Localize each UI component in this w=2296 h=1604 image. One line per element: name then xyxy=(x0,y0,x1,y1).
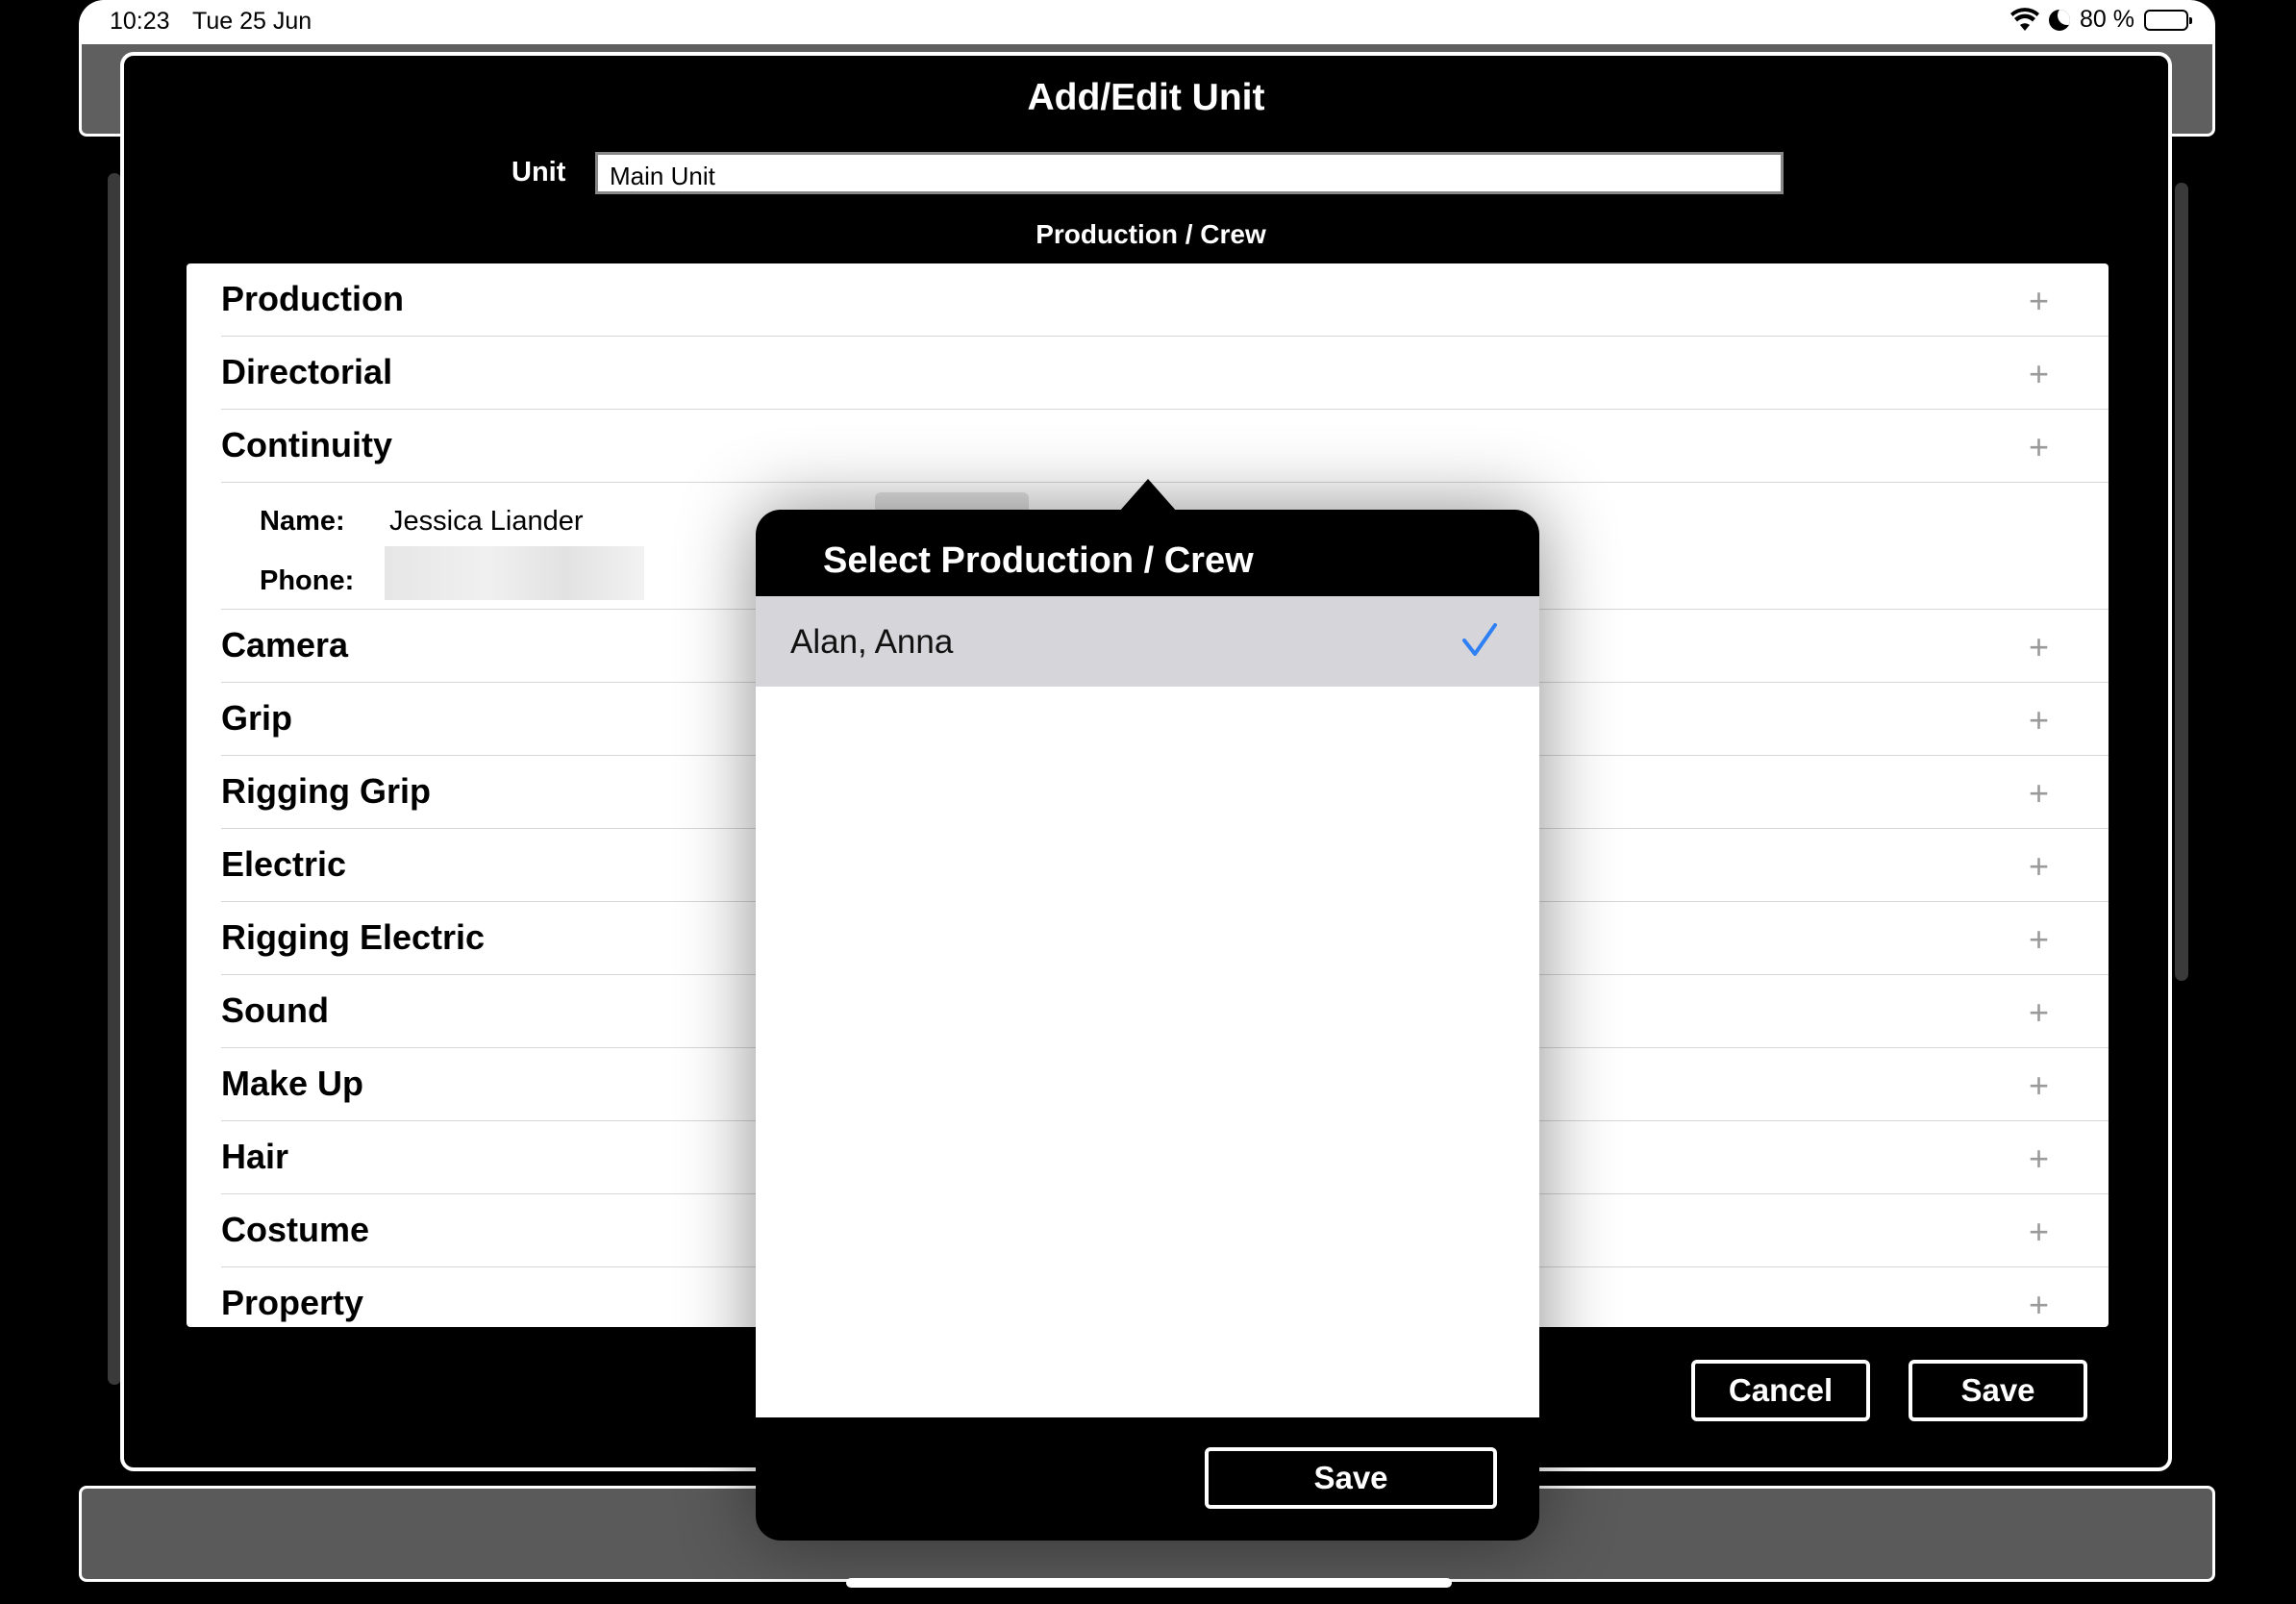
battery-icon xyxy=(2144,9,2192,31)
wifi-icon xyxy=(2010,7,2040,31)
status-bar: 10:23 Tue 25 Jun 80 % xyxy=(79,0,2215,44)
add-icon[interactable]: + xyxy=(2029,700,2049,740)
status-time: 10:23 xyxy=(110,8,170,35)
cancel-button[interactable]: Cancel xyxy=(1691,1360,1870,1421)
popover-save-button[interactable]: Save xyxy=(1205,1447,1497,1509)
production-crew-label: Production / Crew xyxy=(1036,219,1266,249)
background-window-right xyxy=(2175,183,2188,981)
department-label: Grip xyxy=(221,698,293,738)
save-button[interactable]: Save xyxy=(1909,1360,2087,1421)
department-label: Continuity xyxy=(221,425,392,464)
department-label: Camera xyxy=(221,625,349,664)
department-label: Production xyxy=(221,279,404,318)
department-label: Rigging Electric xyxy=(221,917,486,957)
modal-buttons: Cancel Save xyxy=(1691,1360,2087,1421)
add-icon[interactable]: + xyxy=(2029,354,2049,394)
add-icon[interactable]: + xyxy=(2029,992,2049,1033)
department-label: Directorial xyxy=(221,352,393,391)
department-label: Hair xyxy=(221,1137,289,1176)
name-label: Name: xyxy=(260,506,345,537)
department-label: Electric xyxy=(221,844,347,884)
add-icon[interactable]: + xyxy=(2029,846,2049,887)
department-label: Sound xyxy=(221,990,329,1030)
checkmark-icon xyxy=(1462,623,1497,656)
battery-percent: 80 % xyxy=(2080,6,2134,33)
name-value[interactable]: Jessica Liander xyxy=(389,506,584,538)
add-icon[interactable]: + xyxy=(2029,1065,2049,1106)
add-icon[interactable]: + xyxy=(2029,627,2049,667)
add-icon[interactable]: + xyxy=(2029,1285,2049,1325)
status-right: 80 % xyxy=(2010,6,2192,34)
modal-title: Add/Edit Unit xyxy=(1027,77,1265,118)
popover-title: Select Production / Crew xyxy=(823,540,1254,581)
home-indicator xyxy=(846,1578,1452,1588)
department-row[interactable]: Production + xyxy=(221,263,2109,337)
crew-list-item[interactable]: Alan, Anna xyxy=(756,596,1539,687)
unit-label: Unit xyxy=(512,157,566,188)
phone-label: Phone: xyxy=(260,565,355,596)
department-row[interactable]: Continuity + xyxy=(221,410,2109,483)
department-label: Costume xyxy=(221,1210,370,1249)
crew-item-label: Alan, Anna xyxy=(790,623,954,661)
add-icon[interactable]: + xyxy=(2029,773,2049,814)
department-label: Make Up xyxy=(221,1064,364,1103)
background-window-left xyxy=(108,173,121,1385)
popover-arrow xyxy=(1119,479,1177,512)
department-label: Property xyxy=(221,1283,364,1322)
add-icon[interactable]: + xyxy=(2029,427,2049,467)
department-label: Rigging Grip xyxy=(221,771,431,811)
unit-input[interactable] xyxy=(595,152,1784,194)
add-icon[interactable]: + xyxy=(2029,1212,2049,1252)
department-row[interactable]: Directorial + xyxy=(221,337,2109,410)
status-date: Tue 25 Jun xyxy=(192,8,312,35)
add-icon[interactable]: + xyxy=(2029,1139,2049,1179)
moon-icon xyxy=(2049,9,2071,31)
crew-list[interactable]: Alan, Anna xyxy=(756,596,1539,1417)
add-icon[interactable]: + xyxy=(2029,281,2049,321)
add-icon[interactable]: + xyxy=(2029,919,2049,960)
phone-value-blurred xyxy=(385,546,644,600)
select-crew-popover: Select Production / Crew Alan, Anna Save xyxy=(756,510,1539,1541)
